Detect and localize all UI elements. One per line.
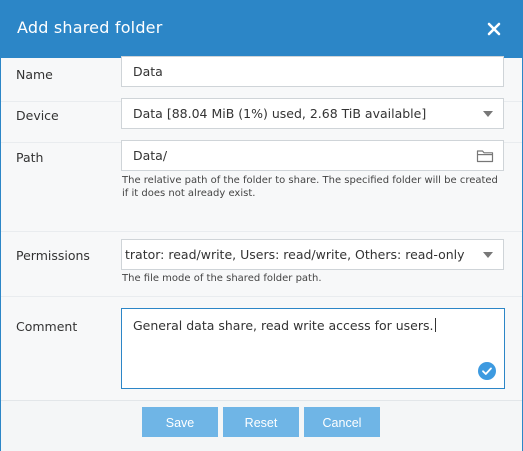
checkmark-circle-icon bbox=[478, 362, 496, 380]
chevron-down-icon[interactable] bbox=[483, 111, 493, 117]
name-input[interactable]: Data bbox=[121, 56, 504, 87]
cancel-button[interactable]: Cancel bbox=[304, 407, 380, 437]
dialog-footer: Save Reset Cancel bbox=[1, 400, 522, 451]
permissions-select[interactable]: trator: read/write, Users: read/write, O… bbox=[121, 239, 504, 270]
device-select-value: Data [88.04 MiB (1%) used, 2.68 TiB avai… bbox=[133, 106, 427, 121]
permissions-select-value: trator: read/write, Users: read/write, O… bbox=[125, 247, 465, 262]
device-label: Device bbox=[16, 108, 59, 123]
chevron-down-icon[interactable] bbox=[483, 252, 493, 258]
add-shared-folder-dialog: Add shared folder Name Data Device Data … bbox=[0, 0, 523, 451]
folder-icon[interactable] bbox=[476, 148, 494, 164]
path-hint: The relative path of the folder to share… bbox=[122, 174, 507, 200]
save-button[interactable]: Save bbox=[142, 407, 218, 437]
permissions-label: Permissions bbox=[16, 248, 90, 263]
name-label: Name bbox=[16, 67, 53, 82]
comment-textarea-value: General data share, read write access fo… bbox=[133, 318, 436, 333]
dialog-titlebar: Add shared folder bbox=[1, 1, 522, 58]
device-select[interactable]: Data [88.04 MiB (1%) used, 2.68 TiB avai… bbox=[121, 98, 504, 129]
comment-text: General data share, read write access fo… bbox=[133, 318, 434, 333]
form-body: Name Data Device Data [88.04 MiB (1%) us… bbox=[1, 56, 522, 400]
text-cursor bbox=[434, 318, 436, 332]
comment-textarea[interactable]: General data share, read write access fo… bbox=[121, 308, 505, 389]
comment-label: Comment bbox=[16, 319, 78, 334]
dialog-title: Add shared folder bbox=[17, 18, 163, 37]
path-hint-line2: if it does not already exist. bbox=[122, 188, 256, 199]
path-label: Path bbox=[16, 150, 44, 165]
path-hint-line1: The relative path of the folder to share… bbox=[122, 175, 498, 186]
permissions-hint: The file mode of the shared folder path. bbox=[122, 273, 322, 284]
name-input-value: Data bbox=[133, 64, 163, 79]
path-input[interactable]: Data/ bbox=[121, 140, 504, 171]
close-icon[interactable] bbox=[484, 19, 504, 39]
path-input-value: Data/ bbox=[133, 148, 168, 163]
reset-button[interactable]: Reset bbox=[223, 407, 299, 437]
